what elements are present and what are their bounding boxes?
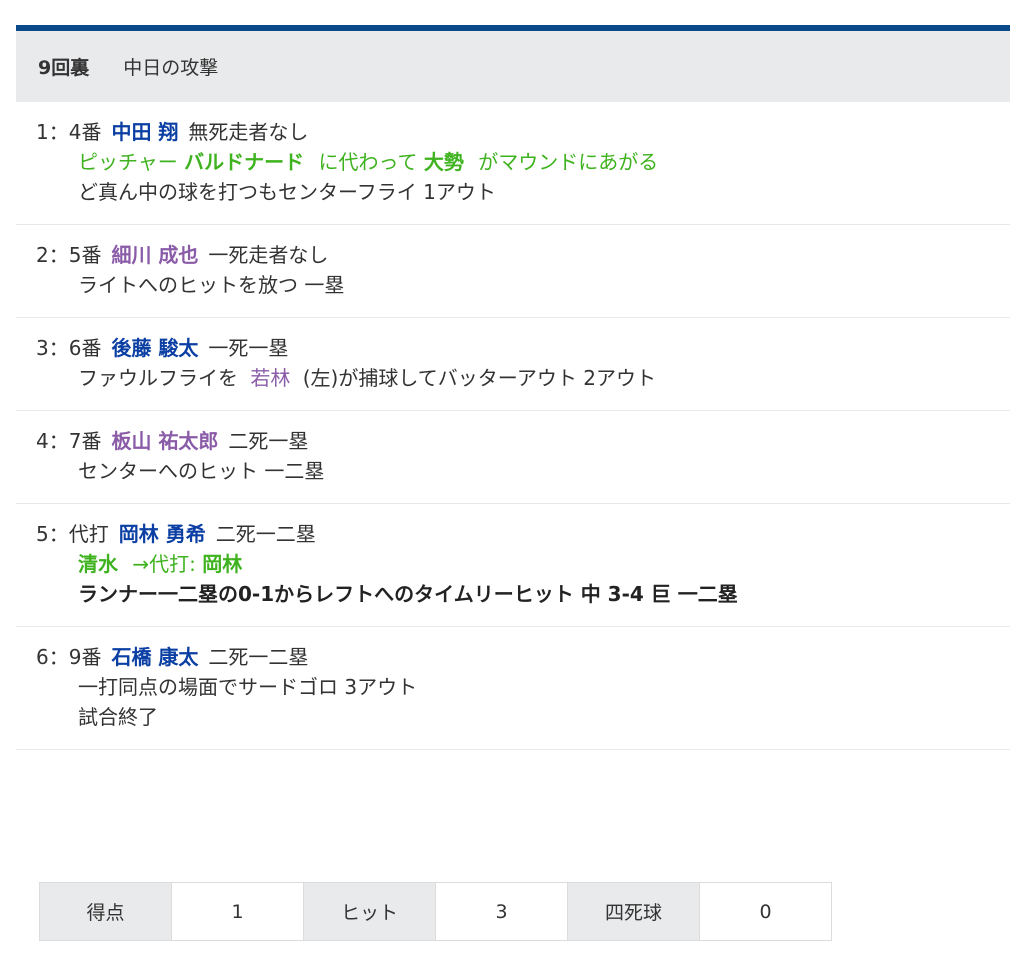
inning-number: 9回裏	[38, 57, 90, 79]
inning-stats-table: 得点 1 ヒット 3 四死球 0	[39, 882, 832, 941]
batter-order: 4：7番	[36, 429, 102, 453]
inning-panel: 9回裏 中日の攻撃 1：4番 中田 翔 無死走者なし ピッチャー バルドナード …	[16, 25, 1010, 750]
play-item-4: 4：7番 板山 祐太郎 二死一塁 センターへのヒット 一二塁	[16, 411, 1010, 504]
game-end-text: 試合終了	[78, 705, 158, 729]
batter-name-link[interactable]: 後藤 駿太	[111, 333, 198, 363]
result-text: ファウルフライを	[78, 366, 238, 390]
play-result: ど真ん中の球を打つもセンターフライ 1アウト	[78, 180, 496, 204]
walks-value: 0	[700, 883, 831, 940]
runs-label: 得点	[40, 883, 172, 940]
play-result: センターへのヒット 一二塁	[78, 459, 325, 483]
play-item-3: 3：6番 後藤 駿太 一死一塁 ファウルフライを 若林 (左)が捕球してバッター…	[16, 318, 1010, 411]
situation: 二死一二塁	[208, 645, 309, 669]
batter-name-link[interactable]: 中田 翔	[111, 117, 178, 147]
batter-name-link[interactable]: 板山 祐太郎	[111, 426, 218, 456]
batter-name-link[interactable]: 石橋 康太	[111, 642, 198, 672]
batter-name-link[interactable]: 細川 成也	[111, 240, 198, 270]
change-text: がマウンドにあがる	[478, 150, 659, 174]
situation: 二死一塁	[228, 429, 309, 453]
change-text: ピッチャー	[78, 150, 178, 174]
situation: 無死走者なし	[188, 120, 309, 144]
play-result: 一打同点の場面でサードゴロ 3アウト	[78, 675, 418, 699]
pinch-hitter-name: 岡林	[202, 552, 243, 576]
play-result: ファウルフライを 若林 (左)が捕球してバッターアウト 2アウト	[36, 363, 1010, 393]
walks-label: 四死球	[568, 883, 700, 940]
hits-label: ヒット	[304, 883, 436, 940]
batter-order: 6：9番	[36, 645, 102, 669]
change-text: に代わって	[318, 150, 418, 174]
fielder-name-link[interactable]: 若林	[250, 366, 290, 390]
batter-order: 2：5番	[36, 243, 102, 267]
pitching-change: ピッチャー バルドナード に代わって 大勢 がマウンドにあがる	[36, 147, 1010, 177]
batter-order: 3：6番	[36, 336, 102, 360]
team-attack-label: 中日の攻撃	[123, 57, 219, 79]
runs-value: 1	[172, 883, 304, 940]
situation: 一死走者なし	[208, 243, 329, 267]
hits-value: 3	[436, 883, 568, 940]
batter-order: 5：代打	[36, 522, 109, 546]
pitcher-in-name: 大勢	[423, 150, 464, 174]
play-result: ランナー一二塁の0-1からレフトへのタイムリーヒット 中 3-4 巨 一二塁	[78, 582, 738, 606]
play-item-2: 2：5番 細川 成也 一死走者なし ライトへのヒットを放つ 一塁	[16, 225, 1010, 318]
inning-header: 9回裏 中日の攻撃	[16, 31, 1010, 102]
play-result: ライトへのヒットを放つ 一塁	[78, 273, 345, 297]
pitcher-out-name: バルドナード	[184, 150, 305, 174]
result-text: (左)が捕球してバッターアウト 2アウト	[302, 366, 657, 390]
situation: 二死一二塁	[215, 522, 316, 546]
play-item-5: 5：代打 岡林 勇希 二死一二塁 清水 →代打: 岡林 ランナー一二塁の0-1か…	[16, 504, 1010, 627]
play-item-1: 1：4番 中田 翔 無死走者なし ピッチャー バルドナード に代わって 大勢 が…	[16, 102, 1010, 225]
batter-name-link[interactable]: 岡林 勇希	[119, 519, 206, 549]
play-item-6: 6：9番 石橋 康太 二死一二塁 一打同点の場面でサードゴロ 3アウト 試合終了	[16, 627, 1010, 750]
batter-order: 1：4番	[36, 120, 102, 144]
situation: 一死一塁	[208, 336, 289, 360]
pinch-hitter-change: 清水 →代打: 岡林	[36, 549, 1010, 579]
change-text: →代打:	[132, 552, 196, 576]
replaced-player-name: 清水	[78, 552, 118, 576]
